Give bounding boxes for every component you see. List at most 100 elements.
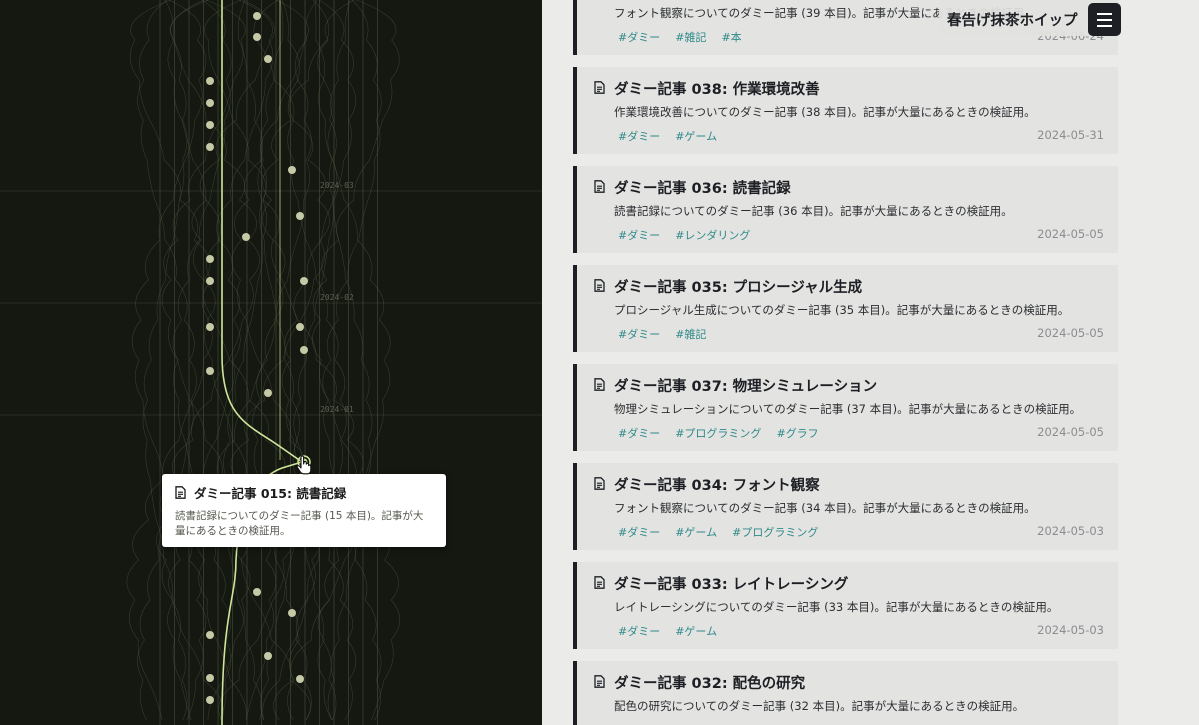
menu-button[interactable] — [1088, 3, 1121, 36]
tag-link[interactable]: #グラフ — [776, 425, 818, 441]
tag-link[interactable]: #雑記 — [675, 29, 706, 45]
article-node[interactable] — [206, 631, 214, 639]
tag-link[interactable]: #ダミー — [618, 227, 660, 243]
article-description: レイトレーシングについてのダミー記事 (33 本目)。記事が大量にあるときの検証… — [614, 600, 1059, 614]
article-card[interactable]: ダミー記事 038: 作業環境改善 作業環境改善についてのダミー記事 (38 本… — [573, 67, 1118, 154]
document-icon — [594, 378, 605, 391]
article-title[interactable]: ダミー記事 035: プロシージャル生成 — [614, 276, 862, 297]
article-card[interactable]: ダミー記事 032: 配色の研究 配色の研究についてのダミー記事 (32 本目)… — [573, 661, 1118, 725]
article-node[interactable] — [264, 652, 272, 660]
branch-curve — [322, 0, 382, 721]
article-card[interactable]: ダミー記事 033: レイトレーシング レイトレーシングについてのダミー記事 (… — [573, 562, 1118, 649]
article-date: 2024-05-05 — [1037, 227, 1104, 241]
article-node[interactable] — [296, 212, 304, 220]
tag-link[interactable]: #雑記 — [675, 326, 706, 342]
article-node[interactable] — [206, 99, 214, 107]
month-label: 2024-03 — [320, 181, 354, 190]
article-title[interactable]: ダミー記事 034: フォント観察 — [614, 474, 820, 495]
tag-link[interactable]: #ダミー — [618, 524, 660, 540]
article-title[interactable]: ダミー記事 033: レイトレーシング — [614, 573, 848, 594]
tooltip-title: ダミー記事 015: 読書記録 — [194, 486, 347, 501]
article-node[interactable] — [288, 166, 296, 174]
document-icon — [175, 486, 186, 499]
article-node[interactable] — [206, 696, 214, 704]
pointer-hand-icon — [296, 455, 312, 475]
tag-link[interactable]: #ダミー — [618, 128, 660, 144]
article-node[interactable] — [206, 674, 214, 682]
article-graph[interactable] — [0, 0, 542, 725]
article-node[interactable] — [253, 12, 261, 20]
tag-link[interactable]: #ゲーム — [675, 524, 717, 540]
branch-curve — [327, 0, 373, 721]
site-header: 春告げ抹茶ホイップ — [939, 0, 1087, 36]
article-node[interactable] — [264, 389, 272, 397]
document-icon — [594, 576, 605, 589]
article-date: 2024-05-31 — [1037, 128, 1104, 142]
article-graph-panel[interactable]: 2024-03 2024-02 2024-01 ダミー記事 015: 読書記録 … — [0, 0, 542, 725]
article-title[interactable]: ダミー記事 036: 読書記録 — [614, 177, 791, 198]
article-node[interactable] — [206, 143, 214, 151]
article-node[interactable] — [296, 675, 304, 683]
article-card[interactable]: ダミー記事 036: 読書記録 読書記録についてのダミー記事 (36 本目)。記… — [573, 166, 1118, 253]
tag-link[interactable]: #ダミー — [618, 425, 660, 441]
branch-curve — [312, 0, 401, 721]
tag-link[interactable]: #レンダリング — [675, 227, 750, 243]
article-date: 2024-05-05 — [1037, 425, 1104, 439]
article-date: 2024-05-05 — [1037, 326, 1104, 340]
article-list[interactable]: フォント観察についてのダミー記事 (39 本目)。記事が大量にあるときの検証用。… — [542, 0, 1199, 725]
article-title[interactable]: ダミー記事 038: 作業環境改善 — [614, 78, 820, 99]
article-node[interactable] — [242, 233, 250, 241]
article-node[interactable] — [253, 33, 261, 41]
branch-curve — [317, 0, 391, 721]
article-node[interactable] — [206, 121, 214, 129]
article-node[interactable] — [253, 588, 261, 596]
article-description: フォント観察についてのダミー記事 (34 本目)。記事が大量にあるときの検証用。 — [614, 501, 1036, 515]
article-node[interactable] — [264, 55, 272, 63]
branch-curve — [287, 0, 347, 721]
article-description: 物理シミュレーションについてのダミー記事 (37 本目)。記事が大量にあるときの… — [614, 402, 1082, 416]
article-description: プロシージャル生成についてのダミー記事 (35 本目)。記事が大量にあるときの検… — [614, 303, 1070, 317]
article-card[interactable]: ダミー記事 037: 物理シミュレーション 物理シミュレーションについてのダミー… — [573, 364, 1118, 451]
article-title[interactable]: ダミー記事 032: 配色の研究 — [614, 672, 805, 693]
article-node[interactable] — [206, 367, 214, 375]
article-node[interactable] — [206, 255, 214, 263]
article-node[interactable] — [206, 277, 214, 285]
branch-curve — [142, 0, 188, 721]
article-date: 2024-05-03 — [1037, 524, 1104, 538]
branch-curve — [131, 0, 207, 721]
article-node[interactable] — [288, 609, 296, 617]
site-title[interactable]: 春告げ抹茶ホイップ — [947, 9, 1078, 30]
tag-link[interactable]: #ダミー — [618, 326, 660, 342]
article-node[interactable] — [300, 346, 308, 354]
article-tooltip: ダミー記事 015: 読書記録 読書記録についてのダミー記事 (15 本目)。記… — [162, 474, 446, 547]
branch-curve — [126, 0, 216, 721]
tag-link[interactable]: #ゲーム — [675, 128, 717, 144]
branch-curve — [137, 0, 197, 721]
article-card[interactable]: ダミー記事 035: プロシージャル生成 プロシージャル生成についてのダミー記事… — [573, 265, 1118, 352]
article-description: 配色の研究についてのダミー記事 (32 本目)。記事が大量にあるときの検証用。 — [614, 699, 1025, 713]
article-title[interactable]: ダミー記事 037: 物理シミュレーション — [614, 375, 877, 396]
article-description: 読書記録についてのダミー記事 (36 本目)。記事が大量にあるときの検証用。 — [614, 204, 1013, 218]
article-card[interactable]: ダミー記事 034: フォント観察 フォント観察についてのダミー記事 (34 本… — [573, 463, 1118, 550]
tag-link[interactable]: #ダミー — [618, 623, 660, 639]
tag-link[interactable]: #ダミー — [618, 29, 660, 45]
document-icon — [594, 675, 605, 688]
article-node[interactable] — [300, 277, 308, 285]
document-icon — [594, 81, 605, 94]
article-node[interactable] — [206, 323, 214, 331]
article-description: 作業環境改善についてのダミー記事 (38 本目)。記事が大量にあるときの検証用。 — [614, 105, 1036, 119]
tag-link[interactable]: #ゲーム — [675, 623, 717, 639]
article-date: 2024-05-03 — [1037, 623, 1104, 637]
document-icon — [594, 279, 605, 292]
tooltip-description: 読書記録についてのダミー記事 (15 本目)。記事が大量にあるときの検証用。 — [175, 510, 424, 537]
tag-link[interactable]: #本 — [721, 29, 741, 45]
document-icon — [594, 477, 605, 490]
tag-link[interactable]: #プログラミング — [675, 425, 761, 441]
tag-link[interactable]: #プログラミング — [732, 524, 818, 540]
hamburger-menu-icon — [1097, 25, 1112, 27]
article-node[interactable] — [206, 77, 214, 85]
article-node[interactable] — [296, 323, 304, 331]
hamburger-menu-icon — [1097, 19, 1112, 21]
month-label: 2024-01 — [320, 405, 354, 414]
month-label: 2024-02 — [320, 293, 354, 302]
